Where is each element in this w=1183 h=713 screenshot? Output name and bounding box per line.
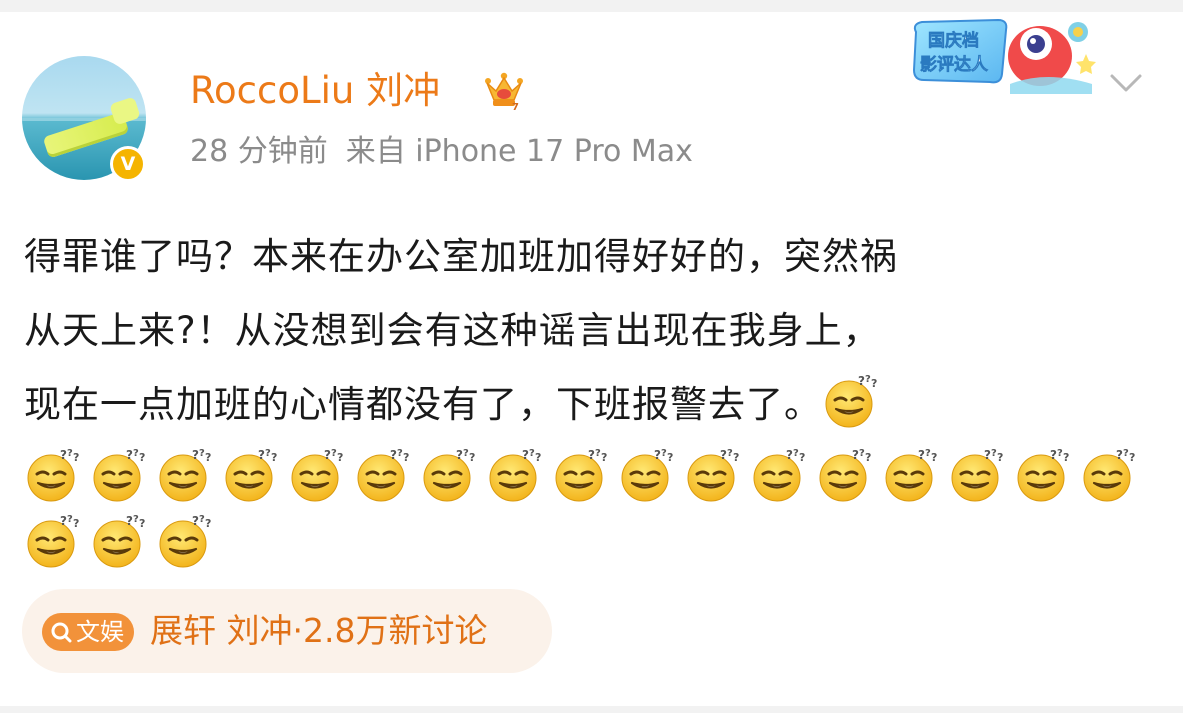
svg-text:?: ? <box>997 451 1004 464</box>
topic-link[interactable]: 文娱 展轩 刘冲·2.8万新讨论 <box>22 589 552 673</box>
post-meta: 28 分钟前 来自 iPhone 17 Pro Max <box>190 132 693 172</box>
dizzy-smile-emoji: ??? <box>1017 448 1070 502</box>
search-icon <box>51 622 72 643</box>
chevron-down-icon[interactable] <box>1108 68 1144 96</box>
svg-text:?: ? <box>799 451 806 464</box>
svg-text:?: ? <box>535 451 542 464</box>
svg-text:?: ? <box>1063 451 1070 464</box>
event-badge-line1: 国庆档 <box>928 30 979 51</box>
svg-text:?: ? <box>601 451 608 464</box>
dizzy-smile-emoji: ??? <box>753 448 806 502</box>
post-text-line: 得罪谁了吗？本来在办公室加班加得好好的，突然祸 <box>24 235 898 278</box>
topic-category-label: 文娱 <box>76 618 124 646</box>
post-source[interactable]: 来自 iPhone 17 Pro Max <box>346 134 693 169</box>
dizzy-smile-emoji: ??? <box>27 448 80 502</box>
dizzy-smile-emoji: ??? <box>819 448 872 502</box>
dizzy-smile-emoji: ??? <box>555 448 608 502</box>
author-name[interactable]: RoccoLiu 刘冲 <box>190 68 440 114</box>
top-divider <box>0 0 1183 12</box>
emoji-row: ????????? <box>24 508 1164 574</box>
avatar-float-pillow <box>109 96 141 126</box>
svg-text:?: ? <box>871 377 878 390</box>
post-time: 28 分钟前 <box>190 134 328 169</box>
svg-text:?: ? <box>205 517 212 530</box>
svg-text:?: ? <box>469 451 476 464</box>
weibo-post-card: V RoccoLiu 刘冲 7 28 分钟前 来自 iPhone 17 Pro M… <box>0 0 1183 713</box>
svg-text:?: ? <box>667 451 674 464</box>
topic-discussion-count: ·2.8万新讨论 <box>292 611 488 650</box>
dizzy-smile-emoji: ??? <box>489 448 542 502</box>
event-badge-icon[interactable]: 国庆档 影评达人 <box>906 14 1102 98</box>
topic-names: 展轩 刘冲 <box>150 611 293 650</box>
topic-category-tag: 文娱 <box>42 613 134 651</box>
svg-text:7: 7 <box>512 102 519 112</box>
topic-title: 展轩 刘冲·2.8万新讨论 <box>150 609 487 653</box>
dizzy-smile-emoji: ??? <box>159 514 212 568</box>
svg-text:?: ? <box>205 451 212 464</box>
svg-text:?: ? <box>271 451 278 464</box>
dizzy-smile-emoji: ??? <box>93 514 146 568</box>
dizzy-smile-emoji: ??? <box>93 448 146 502</box>
event-badge-line2: 影评达人 <box>920 54 989 75</box>
dizzy-smile-emoji: ??? <box>825 374 878 428</box>
post-text-line: 现在一点加班的心情都没有了，下班报警去了。 <box>24 383 822 426</box>
post-content: 得罪谁了吗？本来在办公室加班加得好好的，突然祸 从天上来?！从没想到会有这种谣言… <box>24 220 1164 574</box>
svg-text:?: ? <box>865 451 872 464</box>
svg-text:?: ? <box>337 451 344 464</box>
post-text-line: 从天上来?！从没想到会有这种谣言出现在我身上， <box>24 309 881 352</box>
svg-text:?: ? <box>139 517 146 530</box>
dizzy-smile-emoji: ??? <box>423 448 476 502</box>
post-text-line-with-emoji: 现在一点加班的心情都没有了，下班报警去了。??? <box>24 368 1164 442</box>
dizzy-smile-emoji: ??? <box>225 448 278 502</box>
svg-text:?: ? <box>733 451 740 464</box>
svg-text:?: ? <box>931 451 938 464</box>
dizzy-smile-emoji: ??? <box>621 448 674 502</box>
dizzy-smile-emoji: ??? <box>951 448 1004 502</box>
dizzy-smile-emoji: ??? <box>357 448 410 502</box>
dizzy-smile-emoji: ??? <box>687 448 740 502</box>
bottom-divider <box>0 706 1183 713</box>
dizzy-smile-emoji: ??? <box>27 514 80 568</box>
svg-text:?: ? <box>73 517 80 530</box>
dizzy-smile-emoji: ??? <box>1083 448 1136 502</box>
crown-vip-icon[interactable]: 7 <box>482 70 526 112</box>
dizzy-smile-emoji: ??? <box>159 448 212 502</box>
dizzy-smile-emoji: ??? <box>885 448 938 502</box>
dizzy-smile-emoji: ??? <box>291 448 344 502</box>
svg-text:?: ? <box>1129 451 1136 464</box>
svg-text:?: ? <box>139 451 146 464</box>
emoji-row: ????????????????????????????????????????… <box>24 442 1164 508</box>
verified-badge-icon: V <box>110 146 146 182</box>
svg-text:?: ? <box>73 451 80 464</box>
svg-text:?: ? <box>403 451 410 464</box>
